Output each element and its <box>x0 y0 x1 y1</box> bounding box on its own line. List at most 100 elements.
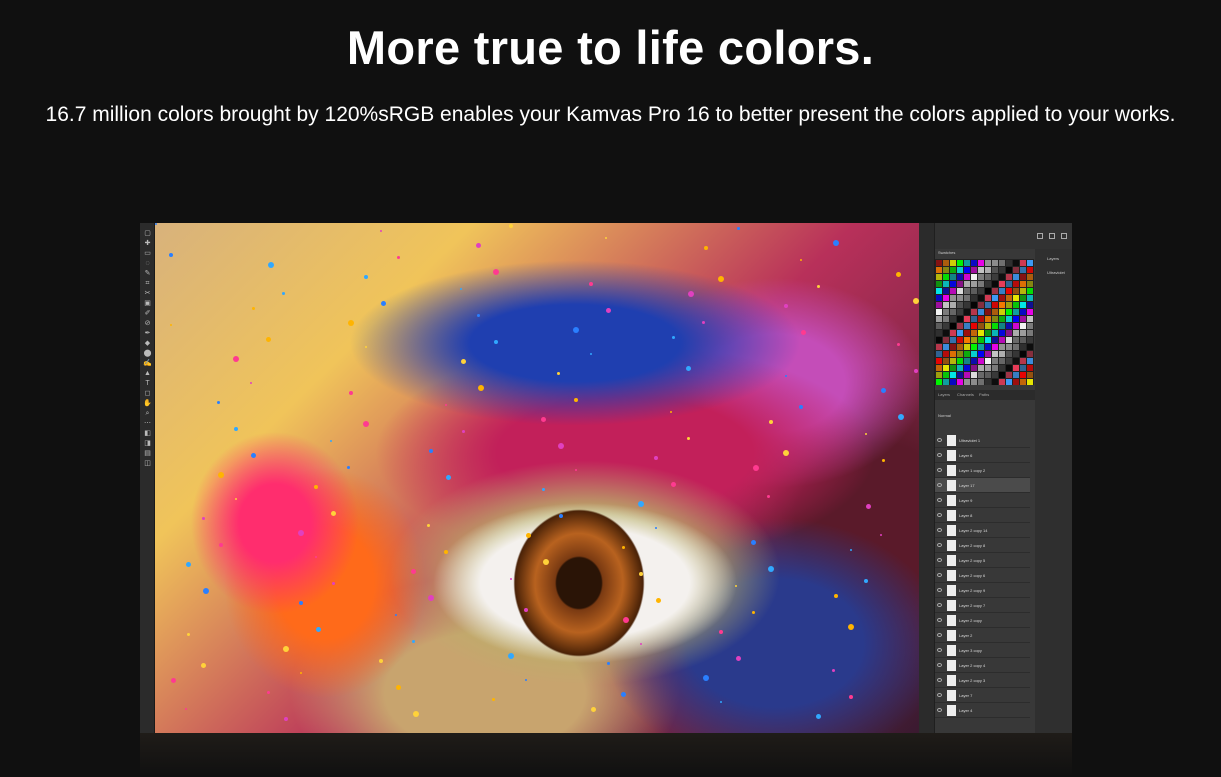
visibility-eye-icon[interactable] <box>937 693 942 697</box>
color-swatch[interactable] <box>999 260 1005 266</box>
color-swatch[interactable] <box>1013 302 1019 308</box>
color-swatch[interactable] <box>985 323 991 329</box>
color-swatch[interactable] <box>971 351 977 357</box>
color-swatch[interactable] <box>971 274 977 280</box>
color-swatch[interactable] <box>1006 351 1012 357</box>
tool-icon[interactable]: ▤ <box>143 450 152 457</box>
color-swatch[interactable] <box>950 330 956 336</box>
color-swatch[interactable] <box>936 351 942 357</box>
color-swatch[interactable] <box>971 379 977 385</box>
color-swatch[interactable] <box>1006 323 1012 329</box>
color-swatch[interactable] <box>1027 323 1033 329</box>
color-swatch[interactable] <box>985 316 991 322</box>
layer-row[interactable]: Layer 4 <box>935 703 1030 718</box>
arrange-icon[interactable] <box>1049 233 1055 239</box>
color-swatch[interactable] <box>936 260 942 266</box>
color-swatch[interactable] <box>950 260 956 266</box>
color-swatch[interactable] <box>957 351 963 357</box>
color-swatch[interactable] <box>999 351 1005 357</box>
color-swatch[interactable] <box>1013 267 1019 273</box>
color-swatch[interactable] <box>999 358 1005 364</box>
color-swatch[interactable] <box>1027 316 1033 322</box>
layer-row[interactable]: Layer 2 copy 14 <box>935 523 1030 538</box>
layer-row[interactable]: Ultraviolet 1 <box>935 433 1030 448</box>
color-swatch[interactable] <box>950 379 956 385</box>
color-swatch[interactable] <box>971 267 977 273</box>
color-swatch[interactable] <box>971 337 977 343</box>
color-swatch[interactable] <box>964 274 970 280</box>
color-swatch[interactable] <box>978 295 984 301</box>
color-swatch[interactable] <box>985 281 991 287</box>
color-swatch[interactable] <box>1020 288 1026 294</box>
visibility-eye-icon[interactable] <box>937 603 942 607</box>
color-swatch[interactable] <box>936 302 942 308</box>
layer-row[interactable]: Layer 2 copy 8 <box>935 538 1030 553</box>
visibility-eye-icon[interactable] <box>937 663 942 667</box>
color-swatch[interactable] <box>978 323 984 329</box>
color-swatch[interactable] <box>1006 379 1012 385</box>
visibility-eye-icon[interactable] <box>937 468 942 472</box>
color-swatch[interactable] <box>992 379 998 385</box>
color-swatch[interactable] <box>992 267 998 273</box>
tool-icon[interactable]: ✍ <box>143 360 152 367</box>
color-swatch[interactable] <box>1020 365 1026 371</box>
visibility-eye-icon[interactable] <box>937 438 942 442</box>
color-swatch[interactable] <box>943 379 949 385</box>
color-swatch[interactable] <box>978 316 984 322</box>
tool-icon[interactable]: ◫ <box>143 460 152 467</box>
side-panel-item-label[interactable]: Ultraviolet <box>1047 270 1065 276</box>
color-swatch[interactable] <box>971 288 977 294</box>
color-swatch[interactable] <box>1020 267 1026 273</box>
color-swatch[interactable] <box>999 372 1005 378</box>
color-swatch[interactable] <box>950 302 956 308</box>
color-swatch[interactable] <box>1013 309 1019 315</box>
color-swatch[interactable] <box>950 337 956 343</box>
color-swatch[interactable] <box>943 365 949 371</box>
color-swatch[interactable] <box>985 337 991 343</box>
workspace-icon[interactable] <box>1037 233 1043 239</box>
color-swatch[interactable] <box>950 372 956 378</box>
color-swatch[interactable] <box>957 295 963 301</box>
color-swatch[interactable] <box>971 365 977 371</box>
color-swatch[interactable] <box>992 309 998 315</box>
color-swatch[interactable] <box>971 309 977 315</box>
color-swatch[interactable] <box>936 323 942 329</box>
color-swatch[interactable] <box>978 281 984 287</box>
tool-icon[interactable]: ▲ <box>143 370 152 377</box>
color-swatch[interactable] <box>943 302 949 308</box>
layer-row[interactable]: Layer 2 copy 5 <box>935 553 1030 568</box>
visibility-eye-icon[interactable] <box>937 588 942 592</box>
color-swatch[interactable] <box>999 337 1005 343</box>
color-swatch[interactable] <box>1027 274 1033 280</box>
visibility-eye-icon[interactable] <box>937 498 942 502</box>
color-swatch[interactable] <box>1020 260 1026 266</box>
color-swatch[interactable] <box>999 309 1005 315</box>
color-swatch[interactable] <box>943 281 949 287</box>
color-swatch[interactable] <box>1020 337 1026 343</box>
color-swatch[interactable] <box>964 358 970 364</box>
color-swatch[interactable] <box>943 330 949 336</box>
color-swatch[interactable] <box>957 337 963 343</box>
color-swatch[interactable] <box>1013 372 1019 378</box>
color-swatch[interactable] <box>943 323 949 329</box>
color-swatch[interactable] <box>1027 309 1033 315</box>
color-swatch[interactable] <box>999 344 1005 350</box>
color-swatch[interactable] <box>1006 302 1012 308</box>
color-swatch[interactable] <box>978 288 984 294</box>
color-swatch[interactable] <box>943 316 949 322</box>
color-swatch[interactable] <box>985 288 991 294</box>
color-swatch[interactable] <box>1027 288 1033 294</box>
tool-icon[interactable]: ✐ <box>143 310 152 317</box>
layer-row[interactable]: Layer 2 <box>935 628 1030 643</box>
layer-row[interactable]: Layer 2 copy 3 <box>935 673 1030 688</box>
color-swatch[interactable] <box>957 379 963 385</box>
color-swatch[interactable] <box>999 323 1005 329</box>
visibility-eye-icon[interactable] <box>937 543 942 547</box>
tool-icon[interactable]: ✎ <box>143 270 152 277</box>
color-swatch[interactable] <box>992 260 998 266</box>
color-swatch[interactable] <box>964 379 970 385</box>
color-swatch[interactable] <box>992 281 998 287</box>
layer-row[interactable]: Layer 2 copy 7 <box>935 598 1030 613</box>
color-swatch[interactable] <box>1020 309 1026 315</box>
color-swatch[interactable] <box>1006 344 1012 350</box>
